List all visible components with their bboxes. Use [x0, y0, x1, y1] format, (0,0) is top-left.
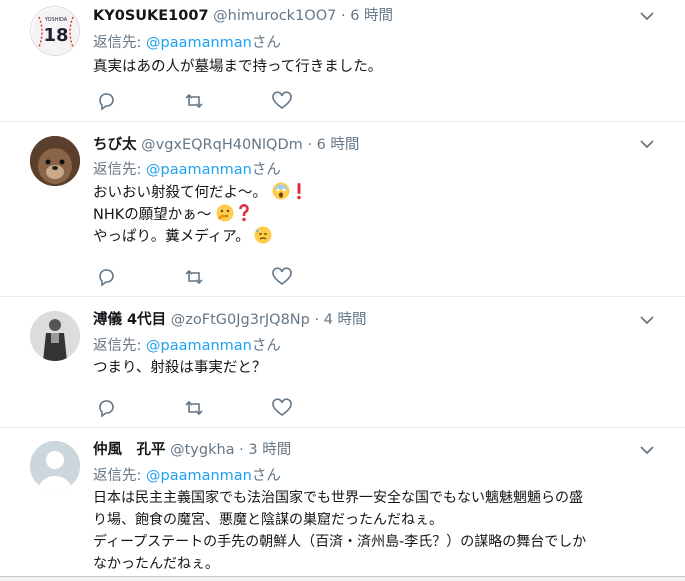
question-mark-icon [239, 204, 250, 222]
avatar[interactable] [30, 441, 80, 491]
tweet-text: 日本は民主主義国家でも法治国家でも世界一安全な国でもない魑魅魍魎らの盛 り場、飽… [93, 487, 586, 575]
separator: · [340, 8, 346, 24]
reply-label: 返信先: [93, 338, 142, 354]
like-icon[interactable] [272, 398, 292, 418]
tweet[interactable]: ちび太 @vgxEQRqH40NlQDm · 6 時間 返信先: @paaman… [0, 122, 685, 297]
reply-to: 返信先: @paamanmanさん [93, 334, 281, 355]
tweet-header: KY0SUKE1007 @himurock1OO7 · 6 時間 [93, 4, 393, 25]
action-bar [96, 91, 306, 111]
svg-text:YOSHIDA: YOSHIDA [44, 17, 68, 23]
tweet-text: 真実はあの人が墓場まで持って行きました。 [93, 56, 382, 78]
baseball-avatar-icon: YOSHIDA 18 [32, 8, 79, 55]
display-name[interactable]: KY0SUKE1007 [93, 8, 209, 24]
avatar[interactable] [30, 136, 80, 186]
like-icon[interactable] [272, 91, 292, 111]
avatar[interactable] [30, 311, 80, 361]
text-line: つまり、射殺は事実だと？ [93, 360, 267, 376]
text-line: なかったんだねぇ。 [93, 556, 219, 572]
text-line: 日本は民主主義国家でも法治国家でも世界一安全な国でもない魑魅魍魎らの盛 [93, 490, 583, 506]
text-line: ディープステートの手先の朝鮮人（百済・済州島-李氏？）の謀略の舞台でしか [93, 534, 587, 550]
otter-avatar-icon [30, 136, 80, 186]
avatar-number: 18 [43, 25, 68, 46]
text-line: NHKの願望かぁ〜 [93, 204, 304, 226]
handle[interactable]: @vgxEQRqH40NlQDm [141, 137, 303, 153]
text-line: やっぱり。糞メディア。 [93, 226, 304, 248]
reply-suffix: さん [251, 338, 281, 354]
text-line-content: やっぱり。糞メディア。 [93, 229, 250, 245]
reply-mention[interactable]: @paamanman [146, 468, 252, 484]
separator: · [314, 312, 320, 328]
reply-label: 返信先: [93, 35, 142, 51]
display-name[interactable]: ちび太 [93, 137, 137, 153]
avatar[interactable]: YOSHIDA 18 [30, 6, 80, 56]
handle[interactable]: @tygkha [170, 442, 234, 458]
retweet-icon[interactable] [184, 91, 204, 111]
thinking-face-icon [216, 204, 234, 222]
window-bottom-edge [0, 576, 685, 581]
default-avatar-icon [30, 441, 80, 491]
exclamation-icon [297, 183, 302, 200]
reply-label: 返信先: [93, 468, 142, 484]
tweet[interactable]: YOSHIDA 18 KY0SUKE1007 @himurock1OO7 · 6… [0, 0, 685, 122]
reply-mention[interactable]: @paamanman [146, 35, 252, 51]
screaming-face-icon [272, 182, 290, 200]
text-line-content: おいおい射殺て何だよ〜。 [93, 185, 267, 201]
reply-suffix: さん [251, 468, 281, 484]
tweet-text: おいおい射殺て何だよ〜。 NHKの願望かぁ〜 やっぱり。糞メディア。 [93, 182, 304, 248]
reply-icon[interactable] [96, 267, 116, 287]
caret-down-icon[interactable] [639, 314, 655, 326]
tweet-header: 仲風 孔平 @tygkha · 3 時間 [93, 438, 291, 459]
retweet-icon[interactable] [184, 398, 204, 418]
tweet[interactable]: 仲風 孔平 @tygkha · 3 時間 返信先: @paamanmanさん 日… [0, 428, 685, 576]
text-line: おいおい射殺て何だよ〜。 [93, 182, 304, 204]
reply-to: 返信先: @paamanmanさん [93, 31, 281, 52]
retweet-icon[interactable] [184, 267, 204, 287]
reply-to: 返信先: @paamanmanさん [93, 464, 281, 485]
reply-suffix: さん [251, 35, 281, 51]
reply-suffix: さん [251, 162, 281, 178]
tweet-text: つまり、射殺は事実だと？ [93, 357, 266, 379]
separator: · [307, 137, 312, 153]
reply-mention[interactable]: @paamanman [146, 162, 252, 178]
tweet-header: 溥儀 4代目 @zoFtG0Jg3rJQ8Np · 4 時間 [93, 308, 367, 329]
text-line: 真実はあの人が墓場まで持って行きました。 [93, 59, 383, 75]
text-line-content: NHKの願望かぁ〜 [93, 207, 212, 223]
like-icon[interactable] [272, 267, 292, 287]
tweet-header: ちび太 @vgxEQRqH40NlQDm · 6 時間 [93, 133, 359, 154]
tweet[interactable]: 溥儀 4代目 @zoFtG0Jg3rJQ8Np · 4 時間 返信先: @paa… [0, 297, 685, 428]
portrait-avatar-icon [30, 311, 80, 361]
handle[interactable]: @himurock1OO7 [213, 8, 336, 24]
sweat-face-icon [254, 226, 272, 244]
text-line: り場、飽食の魔宮、悪魔と陰謀の巣窟だったんだねぇ。 [93, 512, 443, 528]
separator: · [239, 442, 244, 458]
reply-icon[interactable] [96, 398, 116, 418]
reply-mention[interactable]: @paamanman [146, 338, 252, 354]
display-name[interactable]: 仲風 孔平 [93, 442, 166, 458]
handle[interactable]: @zoFtG0Jg3rJQ8Np [171, 312, 310, 328]
reply-label: 返信先: [93, 162, 142, 178]
timestamp[interactable]: 6 時間 [317, 137, 360, 153]
caret-down-icon[interactable] [639, 10, 655, 22]
timestamp[interactable]: 6 時間 [350, 8, 393, 24]
action-bar [96, 267, 306, 287]
timestamp[interactable]: 3 時間 [248, 442, 291, 458]
display-name[interactable]: 溥儀 4代目 [93, 312, 166, 328]
timestamp[interactable]: 4 時間 [324, 312, 367, 328]
reply-icon[interactable] [96, 91, 116, 111]
reply-to: 返信先: @paamanmanさん [93, 158, 281, 179]
action-bar [96, 398, 306, 418]
caret-down-icon[interactable] [639, 444, 655, 456]
caret-down-icon[interactable] [639, 138, 655, 150]
